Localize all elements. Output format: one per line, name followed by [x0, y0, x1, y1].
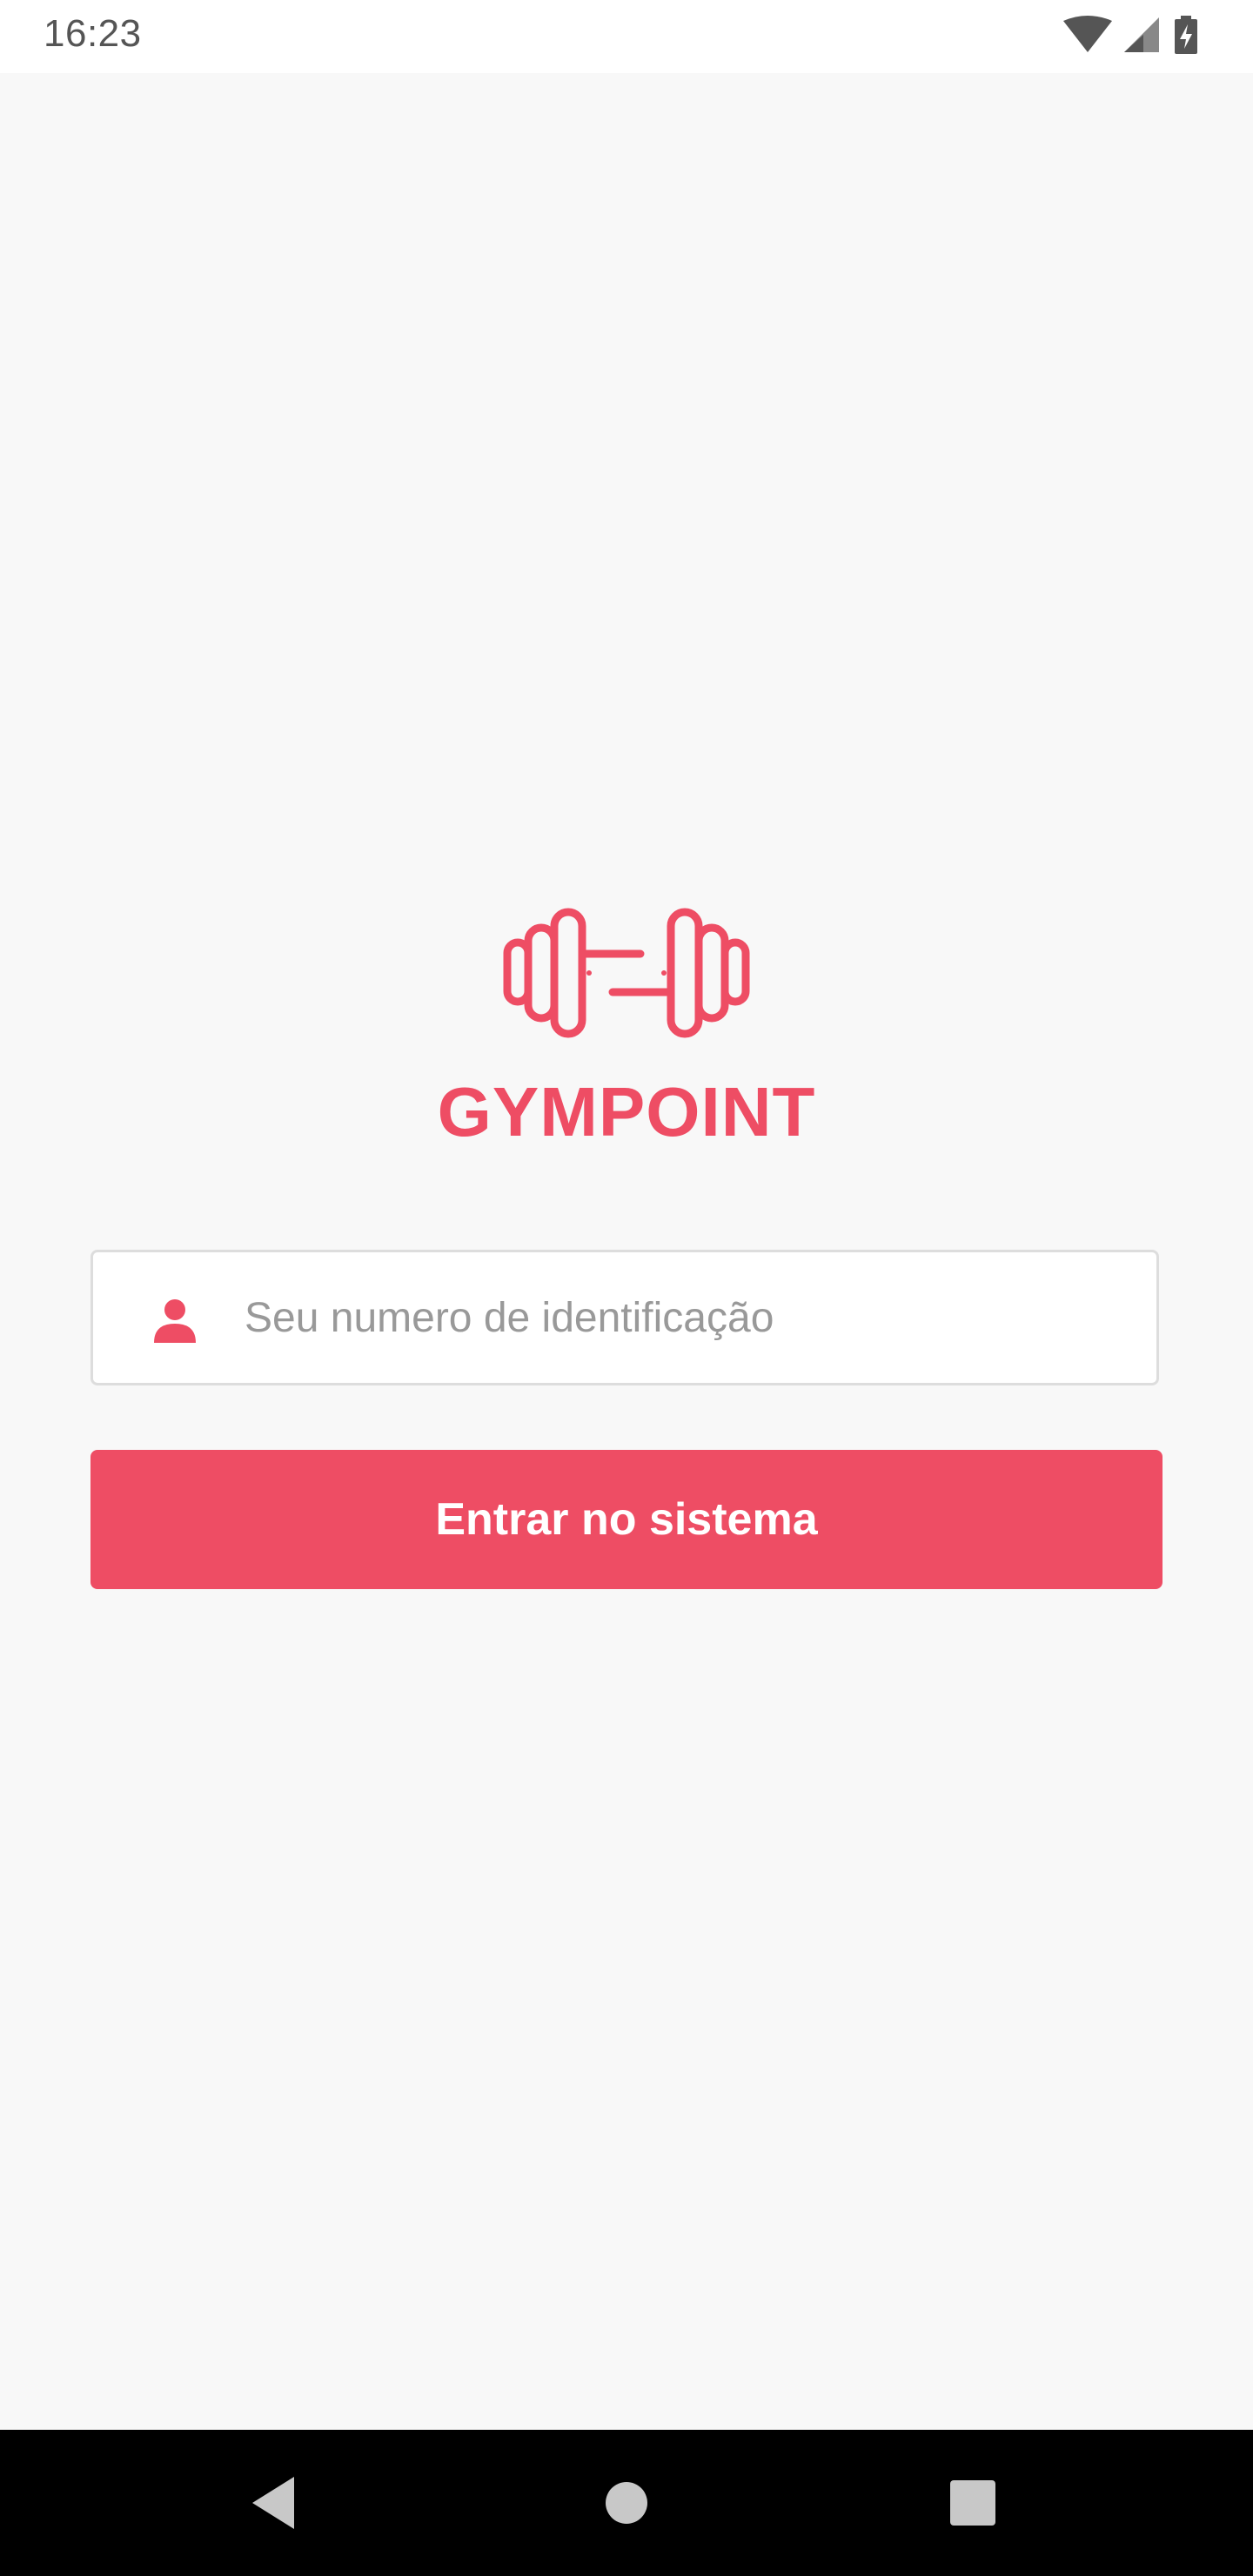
- recents-icon[interactable]: [935, 2465, 1011, 2541]
- login-button[interactable]: Entrar no sistema: [90, 1450, 1163, 1589]
- back-icon[interactable]: [238, 2465, 315, 2541]
- status-time: 16:23: [44, 12, 142, 55]
- nav-bar: [0, 2430, 1253, 2576]
- signal-icon: [1124, 17, 1159, 52]
- id-input[interactable]: [245, 1252, 1132, 1383]
- dumbbell-icon: [503, 905, 750, 1041]
- id-field[interactable]: [90, 1250, 1159, 1385]
- status-icons: [1063, 16, 1211, 57]
- home-icon[interactable]: [588, 2465, 665, 2541]
- wifi-icon: [1063, 16, 1112, 52]
- user-icon: [152, 1298, 198, 1343]
- battery-charging-icon: [1175, 16, 1197, 54]
- status-bar: 16:23: [0, 0, 1253, 73]
- app-name: GYMPOINT: [437, 1073, 816, 1150]
